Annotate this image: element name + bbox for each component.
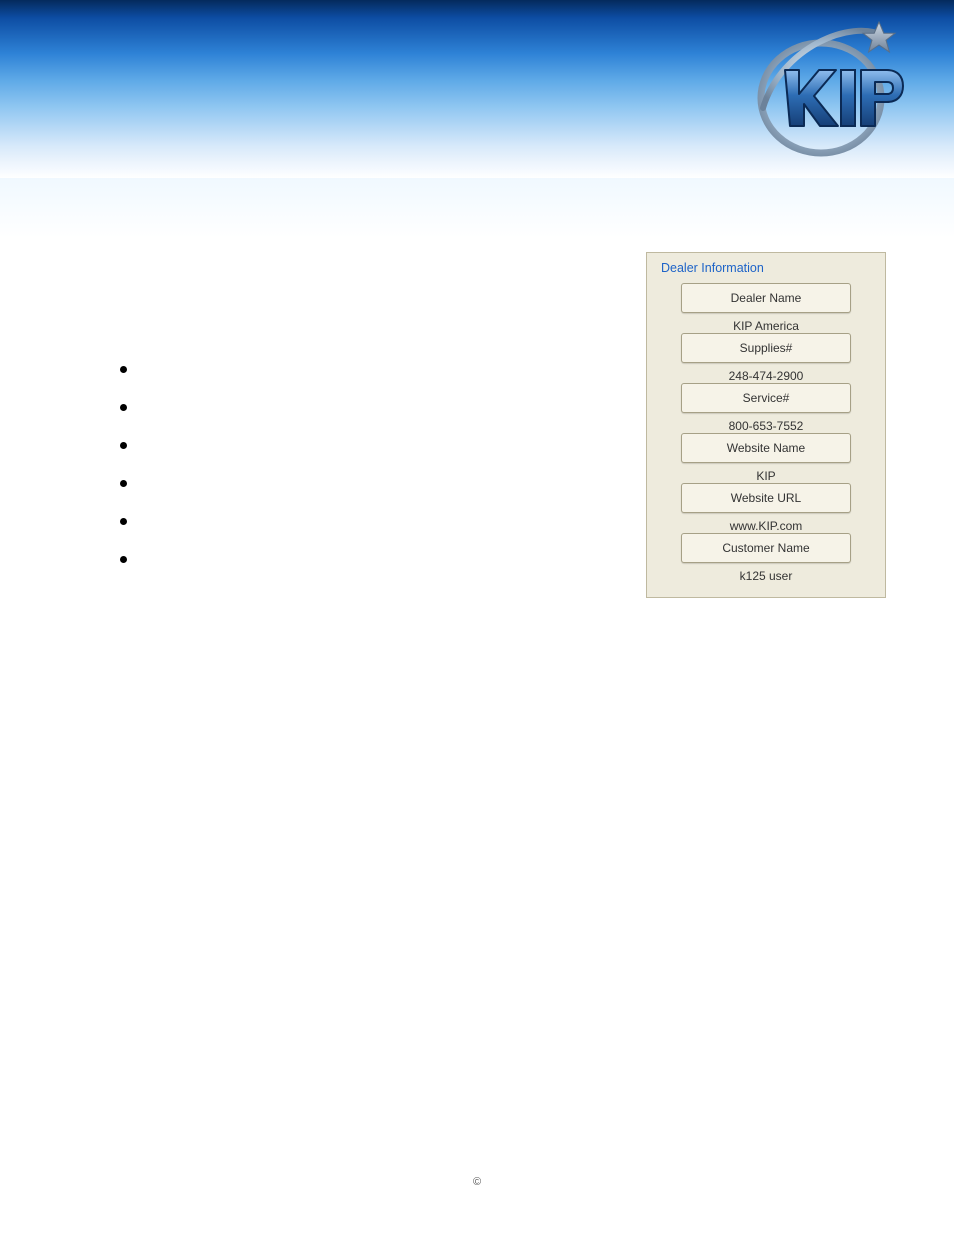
panel-title: Dealer Information [661, 261, 873, 275]
kip-logo [751, 28, 906, 158]
bullet-item [100, 474, 600, 494]
customer-name-button[interactable]: Customer Name [681, 533, 851, 563]
service-number-button[interactable]: Service# [681, 383, 851, 413]
footer-copyright: © [0, 1176, 954, 1188]
bullet-item [100, 436, 600, 456]
supplies-number-value: 248-474-2900 [669, 369, 863, 383]
kip-logo-icon [751, 28, 906, 158]
supplies-number-button[interactable]: Supplies# [681, 333, 851, 363]
website-url-value: www.KIP.com [669, 519, 863, 533]
customer-name-value: k125 user [669, 569, 863, 583]
content-bullets [100, 360, 600, 588]
bullet-item [100, 360, 600, 380]
header-banner [0, 0, 954, 178]
dealer-information-panel: Dealer Information Dealer Name KIP Ameri… [646, 252, 886, 598]
bullet-item [100, 550, 600, 570]
bullet-item [100, 512, 600, 532]
document-page: { "brand": { "name": "KIP" }, "panel": {… [0, 0, 954, 1235]
website-url-button[interactable]: Website URL [681, 483, 851, 513]
website-name-button[interactable]: Website Name [681, 433, 851, 463]
service-number-value: 800-653-7552 [669, 419, 863, 433]
dealer-name-button[interactable]: Dealer Name [681, 283, 851, 313]
website-name-value: KIP [669, 469, 863, 483]
dealer-name-value: KIP America [669, 319, 863, 333]
bullet-item [100, 398, 600, 418]
